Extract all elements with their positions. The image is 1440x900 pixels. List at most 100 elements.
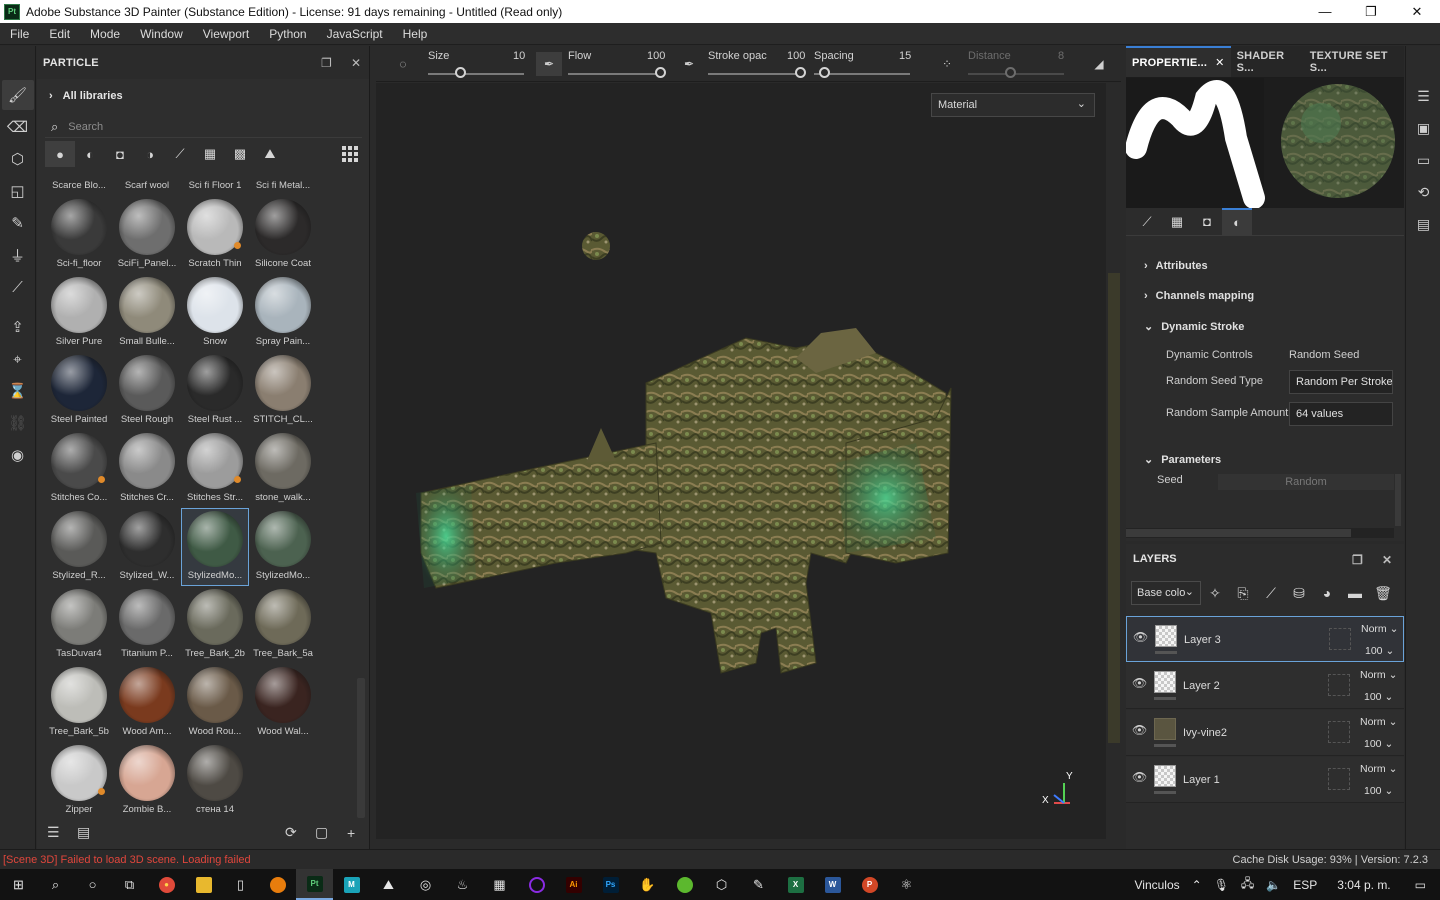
delete-layer-icon[interactable]: 🗑 <box>1369 581 1397 605</box>
menu-mode[interactable]: Mode <box>80 27 130 41</box>
log-icon[interactable]: ▤ <box>1406 208 1440 240</box>
flow-pen-icon[interactable]: ✒ <box>536 52 562 76</box>
layer-row[interactable]: 👁 Layer 3 Norm ⌄ 100 ⌄ <box>1126 616 1404 662</box>
shader-settings-icon[interactable]: ▭ <box>1406 144 1440 176</box>
size-value[interactable]: 10 <box>513 50 525 62</box>
clone-stamp-icon[interactable]: ⏚ <box>2 240 34 270</box>
filter-masks-icon[interactable]: ◘ <box>105 141 135 167</box>
opacity-select[interactable]: 100 ⌄ <box>1365 645 1394 657</box>
maximize-button[interactable]: ❐ <box>1348 0 1394 23</box>
distance-value[interactable]: 8 <box>1058 50 1064 62</box>
layer-mask-slot[interactable] <box>1329 628 1351 650</box>
material-thumbnail[interactable]: Tree_Bark_5a <box>249 586 317 664</box>
menu-window[interactable]: Window <box>130 27 193 41</box>
link-icon[interactable]: ⛓ <box>2 408 34 438</box>
visibility-eye-icon[interactable]: 👁 <box>1132 676 1147 690</box>
obs-icon[interactable]: ◎ <box>407 869 444 900</box>
spacing-slider-handle[interactable] <box>819 67 830 78</box>
material-thumbnail[interactable]: Zombie B... <box>113 742 181 820</box>
material-thumbnail[interactable]: Stylized_W... <box>113 508 181 586</box>
volume-icon[interactable]: 🔈 <box>1266 878 1281 892</box>
material-thumbnail[interactable]: StylizedMo... <box>181 508 249 586</box>
shelf-scrollbar[interactable] <box>357 678 365 818</box>
measure-icon[interactable]: ⌖ <box>2 344 34 374</box>
file-explorer-icon[interactable] <box>185 869 222 900</box>
opacity-select[interactable]: 100 ⌄ <box>1364 738 1393 750</box>
material-thumbnail[interactable]: Stitches Cr... <box>113 430 181 508</box>
menu-python[interactable]: Python <box>259 27 316 41</box>
camera-icon[interactable]: ◉ <box>2 440 34 470</box>
powerpoint-icon[interactable]: P <box>851 869 888 900</box>
material-thumbnail[interactable]: SciFi_Panel... <box>113 196 181 274</box>
filter-materials-icon[interactable]: ● <box>45 141 75 167</box>
material-thumbnail[interactable]: TasDuvar4 <box>45 586 113 664</box>
visibility-eye-icon[interactable]: 👁 <box>1132 770 1147 784</box>
material-thumbnail[interactable]: stone_walk... <box>249 430 317 508</box>
material-thumbnail[interactable]: Steel Rust ... <box>181 352 249 430</box>
language-indicator[interactable]: ESP <box>1293 878 1317 892</box>
material-thumbnail[interactable]: Stitches Co... <box>45 430 113 508</box>
menu-file[interactable]: File <box>0 27 39 41</box>
tab-properties[interactable]: PROPERTIE... ✕ <box>1126 46 1231 77</box>
microphone-icon[interactable]: 🎙 <box>1214 878 1229 892</box>
windows-start-icon[interactable]: ⊞ <box>0 869 37 900</box>
history-icon[interactable]: ⟲ <box>1406 176 1440 208</box>
size-slider[interactable] <box>428 73 524 75</box>
section-channels-mapping[interactable]: › Channels mapping <box>1144 290 1254 302</box>
material-thumbnail[interactable]: Wood Rou... <box>181 664 249 742</box>
maya-icon[interactable]: M <box>333 869 370 900</box>
material-thumbnail[interactable]: Stitches Str... <box>181 430 249 508</box>
filter-list-icon[interactable]: ▤ <box>77 824 90 841</box>
section-dynamic-stroke[interactable]: ⌄ Dynamic Stroke <box>1144 320 1244 334</box>
material-thumbnail[interactable]: Snow <box>181 274 249 352</box>
minimize-button[interactable]: — <box>1302 0 1348 23</box>
flow-slider[interactable] <box>568 73 664 75</box>
filter-generators-icon[interactable]: ◑ <box>135 141 165 167</box>
unity-icon[interactable]: ⬡ <box>703 869 740 900</box>
view-grid-icon[interactable] <box>337 141 363 167</box>
search-input[interactable] <box>68 120 329 133</box>
material-thumbnail[interactable]: Steel Painted <box>45 352 113 430</box>
alpha-props-icon[interactable]: ▦ <box>1162 208 1192 236</box>
symmetry-icon[interactable]: ◢ <box>1086 52 1112 76</box>
opacity-select[interactable]: 100 ⌄ <box>1364 785 1393 797</box>
add-smart-material-icon[interactable]: ◕ <box>1313 581 1341 605</box>
properties-hscrollbar[interactable] <box>1126 528 1394 538</box>
tab-texture-set-settings[interactable]: TEXTURE SET S... <box>1304 46 1404 77</box>
layer-name[interactable]: Layer 3 <box>1184 634 1221 646</box>
material-thumbnail[interactable]: Wood Am... <box>113 664 181 742</box>
flow-slider-handle[interactable] <box>655 67 666 78</box>
library-selector[interactable]: › All libraries <box>49 90 123 102</box>
steam-icon[interactable]: ♨ <box>444 869 481 900</box>
tray-links-label[interactable]: Vinculos <box>1134 878 1179 892</box>
paint-brush-icon[interactable]: 🖌 <box>1 80 34 110</box>
layer-name[interactable]: Layer 2 <box>1183 680 1220 692</box>
layer-mask-slot[interactable] <box>1328 768 1350 790</box>
material-thumbnail[interactable]: Small Bulle... <box>113 274 181 352</box>
material-thumbnail[interactable]: Tree_Bark_2b <box>181 586 249 664</box>
photoshop-icon[interactable]: Ps <box>592 869 629 900</box>
section-attributes[interactable]: › Attributes <box>1144 260 1208 272</box>
material-props-icon[interactable]: ◐ <box>1222 207 1252 236</box>
layer-mask-slot[interactable] <box>1328 721 1350 743</box>
network-icon[interactable]: 🖧 <box>1241 874 1254 895</box>
float-icon[interactable]: ❐ <box>1352 553 1363 567</box>
layer-row[interactable]: 👁 Layer 1 Norm ⌄ 100 ⌄ <box>1126 757 1404 803</box>
brush-shape-icon[interactable]: ◌ <box>390 52 416 76</box>
material-thumbnail[interactable]: Titanium P... <box>113 586 181 664</box>
float-icon[interactable]: ❐ <box>321 56 332 70</box>
material-thumbnail[interactable]: Scratch Thin <box>181 196 249 274</box>
task-view-icon[interactable]: ⧉ <box>111 869 148 900</box>
material-thumbnail[interactable]: стена 14 <box>181 742 249 820</box>
add-mask-icon[interactable]: ⎘ <box>1229 581 1257 605</box>
close-icon[interactable]: ✕ <box>351 56 361 70</box>
material-thumbnail[interactable]: StylizedMo... <box>249 508 317 586</box>
blend-mode-select[interactable]: Norm ⌄ <box>1360 763 1397 775</box>
blend-mode-select[interactable]: Norm ⌄ <box>1360 669 1397 681</box>
viewport-scrollbar[interactable] <box>1106 83 1122 839</box>
add-icon[interactable]: + <box>347 825 355 841</box>
photos-icon[interactable]: ⛰ <box>370 869 407 900</box>
blend-mode-select[interactable]: Norm ⌄ <box>1361 623 1398 635</box>
channel-select[interactable]: Base colo ⌄ <box>1131 581 1201 605</box>
stroke-opacity-slider-handle[interactable] <box>795 67 806 78</box>
